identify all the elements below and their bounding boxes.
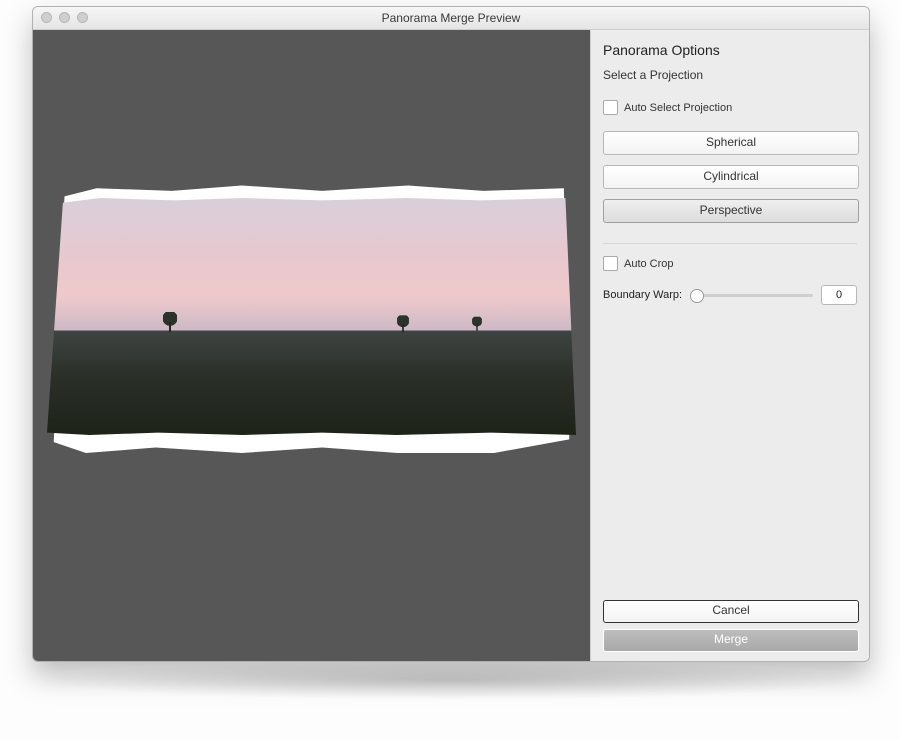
- auto-select-projection-checkbox[interactable]: [603, 100, 618, 115]
- auto-crop-checkbox[interactable]: [603, 256, 618, 271]
- boundary-warp-value[interactable]: 0: [821, 285, 857, 305]
- window-controls: [41, 12, 88, 23]
- panorama-preview-image: [43, 180, 580, 453]
- preview-pane[interactable]: [33, 30, 590, 662]
- sidebar-subheading: Select a Projection: [603, 68, 857, 82]
- options-sidebar: Panorama Options Select a Projection Aut…: [590, 30, 869, 662]
- auto-select-projection-label: Auto Select Projection: [624, 102, 732, 114]
- titlebar: Panorama Merge Preview: [33, 7, 869, 30]
- window-shadow: [32, 660, 868, 700]
- auto-crop-label: Auto Crop: [624, 258, 674, 270]
- sidebar-footer: Cancel Merge: [591, 586, 869, 662]
- projection-spherical-button[interactable]: Spherical: [603, 131, 859, 155]
- merge-button[interactable]: Merge: [603, 629, 859, 652]
- slider-thumb-icon[interactable]: [690, 289, 704, 303]
- maximize-icon[interactable]: [77, 12, 88, 23]
- cancel-button[interactable]: Cancel: [603, 600, 859, 623]
- projection-cylindrical-button[interactable]: Cylindrical: [603, 165, 859, 189]
- projection-perspective-button[interactable]: Perspective: [603, 199, 859, 223]
- panorama-merge-window: Panorama Merge Preview Panorama Options …: [32, 6, 870, 662]
- boundary-warp-label: Boundary Warp:: [603, 289, 682, 301]
- minimize-icon[interactable]: [59, 12, 70, 23]
- divider: [603, 243, 857, 244]
- sidebar-heading: Panorama Options: [603, 42, 857, 58]
- window-title: Panorama Merge Preview: [382, 11, 521, 25]
- auto-select-projection-row[interactable]: Auto Select Projection: [603, 100, 857, 115]
- close-icon[interactable]: [41, 12, 52, 23]
- projection-button-group: Spherical Cylindrical Perspective: [603, 131, 857, 233]
- boundary-warp-slider[interactable]: [690, 288, 813, 302]
- auto-crop-row[interactable]: Auto Crop: [603, 256, 857, 271]
- boundary-warp-row: Boundary Warp: 0: [603, 285, 857, 305]
